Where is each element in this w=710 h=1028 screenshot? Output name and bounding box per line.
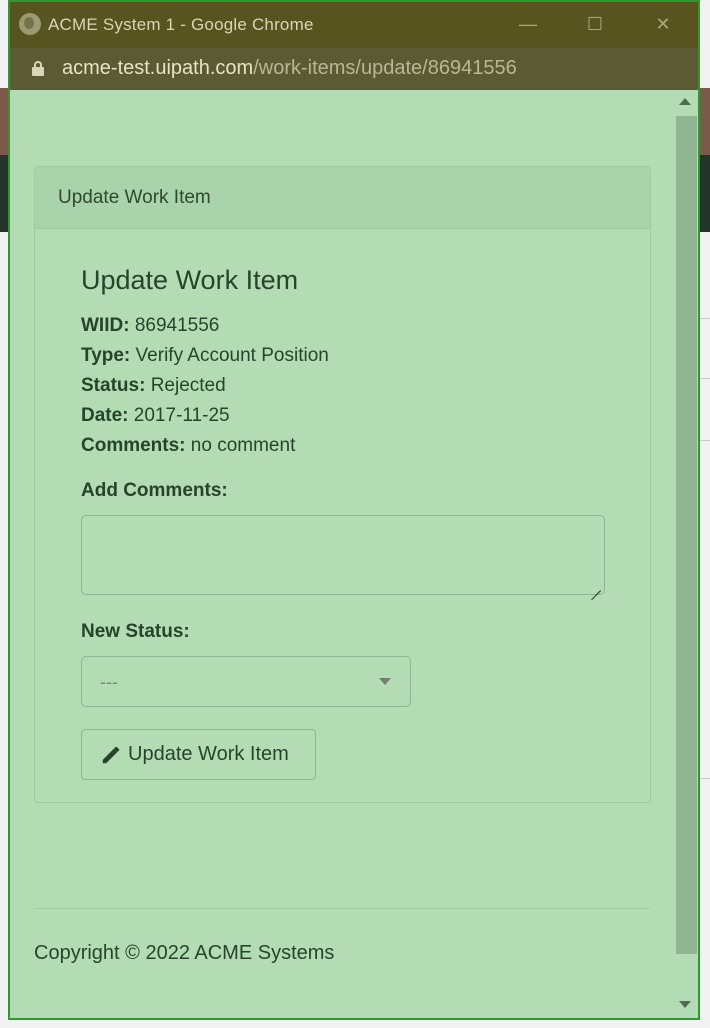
- window-titlebar[interactable]: ACME System 1 - Google Chrome — ☐ ✕: [10, 2, 698, 48]
- status-label: Status:: [81, 375, 146, 396]
- browser-popup-window: ACME System 1 - Google Chrome — ☐ ✕ acme…: [8, 0, 700, 1020]
- status-row: Status: Rejected: [81, 375, 226, 397]
- minimize-button[interactable]: —: [516, 12, 540, 36]
- lock-icon[interactable]: [32, 61, 44, 76]
- vertical-scrollbar[interactable]: [674, 90, 698, 1018]
- new-status-label: New Status:: [81, 621, 190, 642]
- panel-heading: Update Work Item: [35, 167, 650, 229]
- page-content: Update Work Item Update Work Item WIID: …: [10, 90, 674, 1018]
- scroll-up-arrow-icon[interactable]: [679, 98, 691, 105]
- new-status-select[interactable]: ---: [81, 656, 411, 707]
- resize-handle-icon[interactable]: [591, 581, 601, 591]
- wiid-row: WIID: 86941556: [81, 315, 219, 337]
- add-comments-textarea[interactable]: [81, 515, 605, 595]
- update-work-item-panel: Update Work Item Update Work Item WIID: …: [34, 166, 651, 803]
- comments-row: Comments: no comment: [81, 435, 295, 457]
- date-label: Date:: [81, 405, 129, 426]
- type-row: Type: Verify Account Position: [81, 345, 329, 367]
- wiid-value: 86941556: [134, 315, 220, 336]
- new-status-selected: ---: [100, 672, 118, 692]
- maximize-button[interactable]: ☐: [583, 12, 607, 36]
- close-button[interactable]: ✕: [651, 12, 675, 36]
- copyright-text: Copyright © 2022 ACME Systems: [34, 942, 335, 964]
- pencil-icon: [102, 746, 120, 764]
- add-comments-label: Add Comments:: [81, 480, 228, 501]
- footer-divider: [34, 908, 651, 909]
- wiid-label: WIID:: [81, 315, 130, 336]
- update-button-label: Update Work Item: [128, 743, 289, 765]
- url-text[interactable]: acme-test.uipath.com/work-items/update/8…: [62, 57, 517, 80]
- chevron-down-icon: [379, 678, 391, 685]
- scrollbar-thumb[interactable]: [676, 116, 697, 954]
- url-path: /work-items/update/86941556: [253, 57, 517, 79]
- type-label: Type:: [81, 345, 131, 366]
- date-value: 2017-11-25: [133, 405, 230, 426]
- address-bar[interactable]: acme-test.uipath.com/work-items/update/8…: [10, 48, 698, 90]
- comments-label: Comments:: [81, 435, 186, 456]
- window-title: ACME System 1 - Google Chrome: [48, 15, 314, 34]
- page-title: Update Work Item: [81, 265, 299, 295]
- date-row: Date: 2017-11-25: [81, 405, 230, 427]
- globe-icon: [19, 13, 41, 35]
- status-value: Rejected: [150, 375, 226, 396]
- scroll-down-arrow-icon[interactable]: [679, 1001, 691, 1008]
- update-work-item-button[interactable]: Update Work Item: [81, 729, 316, 780]
- type-value: Verify Account Position: [135, 345, 329, 366]
- url-domain: acme-test.uipath.com: [62, 57, 254, 79]
- comments-value: no comment: [190, 435, 296, 456]
